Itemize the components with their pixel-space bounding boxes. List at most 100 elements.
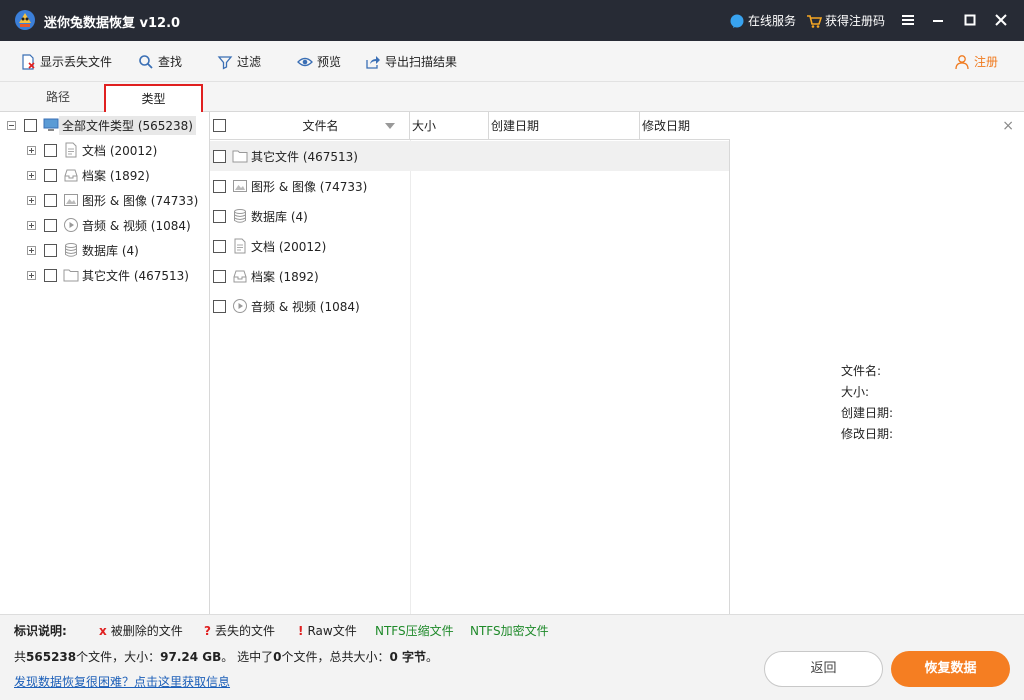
cart-icon	[807, 14, 822, 28]
show-lost-files-button[interactable]: 显示丢失文件	[20, 53, 112, 70]
tree-root-label: 全部文件类型 (565238)	[59, 115, 196, 135]
tree-item-checkbox[interactable]	[44, 243, 57, 257]
collapse-icon[interactable]	[7, 120, 16, 130]
column-size[interactable]: 大小	[410, 112, 489, 140]
filter-button[interactable]: 过滤	[217, 53, 261, 70]
tab-type[interactable]: 类型	[104, 84, 203, 112]
app-logo-icon	[15, 10, 35, 30]
expand-icon[interactable]	[27, 245, 36, 255]
lost-mark: ?	[204, 623, 211, 638]
tree-item[interactable]: 数据库 (4)	[0, 239, 209, 261]
file-row[interactable]: 数据库 (4)	[210, 201, 729, 231]
legend-ntfs-encrypted: NTFS加密文件	[470, 624, 549, 638]
file-row-checkbox[interactable]	[213, 209, 226, 223]
status-area: 共565238个文件，大小：97.24 GB。 选中了0个文件，总共大小：0 字…	[0, 642, 1024, 700]
legend-ntfs-compressed: NTFS压缩文件	[375, 624, 454, 638]
media-icon	[233, 299, 247, 313]
folder-icon	[63, 269, 79, 282]
summary-prefix: 共	[14, 650, 27, 664]
tree-item[interactable]: 图形 & 图像 (74733)	[0, 189, 209, 211]
expand-icon[interactable]	[27, 145, 36, 155]
select-all-checkbox[interactable]	[213, 119, 226, 132]
file-list: 文件名 大小 创建日期 修改日期 其它文件 (467513) 图形 & 图像 (…	[210, 112, 730, 614]
file-row-label: 文档 (20012)	[251, 239, 327, 254]
legend-bar: 标识说明: x 被删除的文件 ? 丢失的文件 ! Raw文件 NTFS压缩文件 …	[0, 614, 1024, 642]
tree-item-label: 音频 & 视频 (1084)	[82, 218, 191, 233]
tree-root-checkbox[interactable]	[24, 118, 37, 132]
file-row-checkbox[interactable]	[213, 149, 226, 163]
menu-icon[interactable]	[899, 11, 917, 29]
lost-file-icon	[22, 53, 35, 70]
file-row-checkbox[interactable]	[213, 179, 226, 193]
app-title: 迷你兔数据恢复 v12.0	[44, 16, 181, 31]
tree-root[interactable]: 全部文件类型 (565238)	[0, 114, 209, 136]
deleted-mark: x	[99, 623, 107, 638]
back-button[interactable]: 返回	[764, 651, 883, 687]
preview-label: 预览	[317, 55, 342, 69]
export-results-button[interactable]: 导出扫描结果	[365, 53, 457, 70]
tree-item-label: 其它文件 (467513)	[82, 268, 189, 283]
title-bar: 迷你兔数据恢复 v12.0 在线服务 获得注册码	[0, 0, 1024, 41]
user-icon	[955, 54, 969, 69]
register-button[interactable]: 注册	[954, 53, 998, 70]
toolbar: 显示丢失文件 查找 过滤 预览 导出扫描结果 注册	[0, 41, 1024, 82]
column-filename-label: 文件名	[302, 119, 339, 133]
tree-item[interactable]: 档案 (1892)	[0, 164, 209, 186]
tree-item[interactable]: 音频 & 视频 (1084)	[0, 214, 209, 236]
column-modified[interactable]: 修改日期	[640, 112, 730, 140]
minimize-icon[interactable]	[929, 11, 947, 29]
filter-icon	[217, 55, 233, 70]
summary-selected-mid: 个文件，总共大小：	[281, 650, 390, 664]
online-service-link[interactable]: 在线服务	[729, 12, 796, 29]
expand-icon[interactable]	[27, 270, 36, 280]
file-row[interactable]: 音频 & 视频 (1084)	[210, 291, 729, 321]
summary-selected-size: 0 字节	[389, 650, 427, 664]
tree-item-checkbox[interactable]	[44, 143, 57, 157]
help-link[interactable]: 发现数据恢复很困难？点击这里获取信息	[14, 673, 230, 690]
file-row-label: 图形 & 图像 (74733)	[251, 179, 368, 194]
file-row[interactable]: 其它文件 (467513)	[210, 141, 729, 171]
sort-down-icon	[385, 123, 395, 129]
tree-item[interactable]: 文档 (20012)	[0, 139, 209, 161]
file-row-checkbox[interactable]	[213, 269, 226, 283]
find-button[interactable]: 查找	[138, 53, 182, 70]
summary-selected-prefix: 。 选中了	[221, 650, 274, 664]
close-window-icon[interactable]	[992, 11, 1010, 29]
file-row-checkbox[interactable]	[213, 239, 226, 253]
online-service-label: 在线服务	[748, 14, 797, 28]
filter-label: 过滤	[237, 55, 262, 69]
expand-icon[interactable]	[27, 220, 36, 230]
maximize-icon[interactable]	[961, 11, 979, 29]
file-row-checkbox[interactable]	[213, 299, 226, 313]
file-row[interactable]: 文档 (20012)	[210, 231, 729, 261]
file-row[interactable]: 档案 (1892)	[210, 261, 729, 291]
tree-item-checkbox[interactable]	[44, 168, 57, 182]
expand-icon[interactable]	[27, 170, 36, 180]
file-row[interactable]: 图形 & 图像 (74733)	[210, 171, 729, 201]
file-list-header: 文件名 大小 创建日期 修改日期	[210, 112, 730, 140]
preview-button[interactable]: 预览	[297, 53, 341, 70]
folder-icon	[232, 150, 248, 163]
tree-item-checkbox[interactable]	[44, 218, 57, 232]
document-icon	[234, 238, 246, 254]
summary-suffix: 。	[426, 650, 439, 664]
recover-data-button[interactable]: 恢复数据	[891, 651, 1010, 687]
tree-item-checkbox[interactable]	[44, 193, 57, 207]
column-created[interactable]: 创建日期	[489, 112, 640, 140]
archive-icon	[64, 169, 78, 182]
legend-lost-label: 丢失的文件	[214, 624, 275, 638]
tab-path[interactable]: 路径	[18, 82, 98, 112]
register-label: 注册	[973, 55, 998, 69]
close-panel-icon[interactable]: ×	[1002, 118, 1014, 134]
summary-size-label: 个文件，大小：	[76, 650, 161, 664]
legend-raw-label: Raw文件	[307, 624, 357, 638]
expand-icon[interactable]	[27, 195, 36, 205]
legend-title: 标识说明:	[14, 624, 67, 638]
get-code-link[interactable]: 获得注册码	[806, 12, 885, 29]
scan-summary: 共565238个文件，大小：97.24 GB。 选中了0个文件，总共大小：0 字…	[14, 648, 438, 665]
tree-item[interactable]: 其它文件 (467513)	[0, 264, 209, 286]
column-filename[interactable]: 文件名	[230, 112, 410, 140]
type-tree: 全部文件类型 (565238) 文档 (20012) 档案 (1892) 图形 …	[0, 112, 210, 614]
tree-item-checkbox[interactable]	[44, 268, 57, 282]
tree-item-label: 档案 (1892)	[82, 168, 150, 183]
